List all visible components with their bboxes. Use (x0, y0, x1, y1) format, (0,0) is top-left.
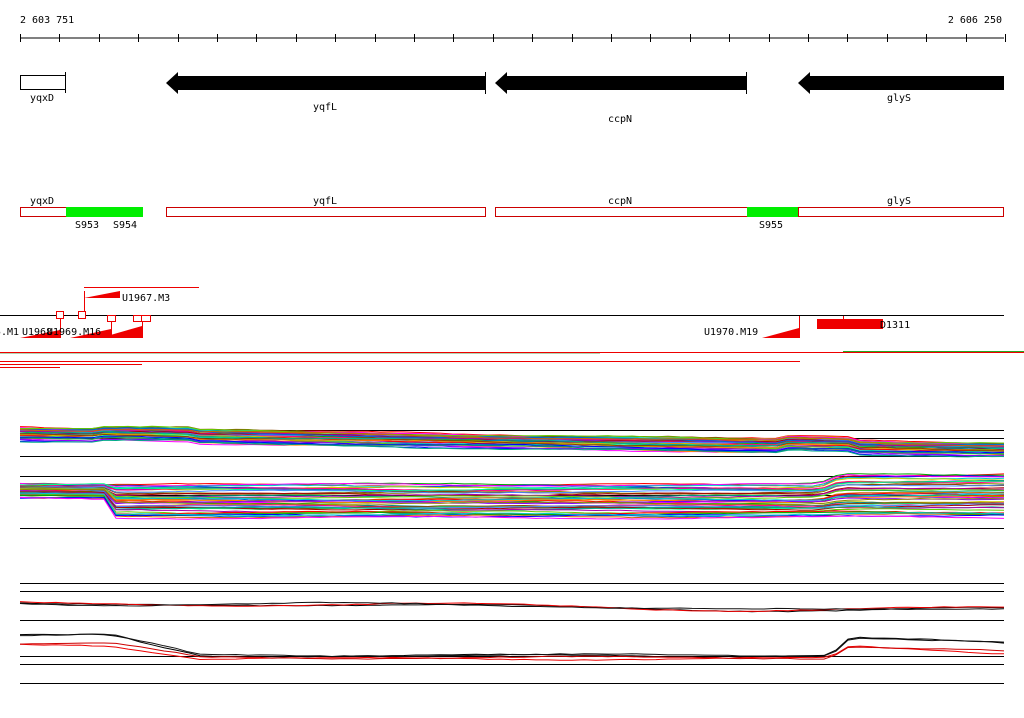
gene-arrow-glyS[interactable] (798, 72, 1004, 94)
transcript-node-1 (56, 311, 64, 319)
gene-label-ccpN: ccpN (608, 114, 632, 125)
expression-track-upper (19, 425, 1005, 458)
region-box-yqxD[interactable] (20, 207, 67, 217)
expression-track-lower (19, 473, 1005, 529)
segment-S953-S954[interactable] (66, 207, 143, 217)
summary-upper-profiles (19, 601, 1005, 613)
region-track: yqxD yqfL ccpN glyS S953 S954 S955 (20, 196, 1004, 231)
region-label-ccpN: ccpN (608, 196, 632, 207)
transcript-node-3 (107, 315, 116, 322)
transcript-label-U1967: U1967.M3 (122, 293, 170, 304)
region-label-glyS: glyS (887, 196, 911, 207)
expression-lower-profiles (19, 473, 1005, 520)
region-box-yqfL[interactable] (166, 207, 486, 217)
transcript-triangle-U1970[interactable] (762, 328, 799, 338)
transcript-node-2 (78, 311, 86, 319)
transcript-label-U1969: U1969.M16 (47, 327, 101, 338)
segment-label-S955: S955 (759, 220, 783, 231)
transcript-node-4 (133, 315, 142, 322)
segment-label-S953: S953 (75, 220, 99, 231)
region-label-yqxD: yqxD (30, 196, 54, 207)
transcript-label-M1: 5.M1 (0, 327, 19, 338)
gene-box-yqxD[interactable] (20, 75, 66, 90)
ruler-start-label: 2 603 751 (20, 15, 74, 26)
transcript-triangle-U1967[interactable] (84, 291, 120, 298)
genome-browser-canvas: 2 603 751 2 606 250 yqxD yqfL ccpN glyS … (0, 15, 1024, 684)
transcript-label-U1970: U1970.M19 (704, 327, 758, 338)
ruler-end-label: 2 606 250 (948, 15, 1002, 26)
summary-track-upper (19, 583, 1005, 613)
gene-label-glyS: glyS (887, 93, 911, 104)
segment-label-S954: S954 (113, 220, 137, 231)
region-box-ccpN[interactable] (495, 207, 748, 217)
gene-label-yqxD: yqxD (30, 93, 54, 104)
transcript-track: U1967.M3 5.M1 U1968 U1969.M16 U1970.M19 … (0, 287, 1024, 368)
gene-arrow-yqfL[interactable] (166, 72, 485, 94)
coordinate-ruler: 2 603 751 2 606 250 (20, 15, 1006, 42)
summary-track-lower (19, 620, 1005, 684)
genome-browser-view: 2 603 751 2 606 250 yqxD yqfL ccpN glyS … (0, 0, 1024, 714)
transcript-block-D1311[interactable] (817, 319, 883, 329)
summary-profile-line (19, 633, 1005, 658)
gene-label-yqfL: yqfL (313, 102, 337, 113)
transcript-node-5 (141, 315, 151, 322)
region-label-yqfL: yqfL (313, 196, 337, 207)
gene-track: yqxD yqfL ccpN glyS (20, 72, 1004, 125)
segment-S955[interactable] (747, 207, 798, 217)
region-box-glyS[interactable] (798, 207, 1004, 217)
transcript-label-D1311: D1311 (880, 320, 910, 331)
gene-arrow-ccpN[interactable] (495, 72, 746, 94)
